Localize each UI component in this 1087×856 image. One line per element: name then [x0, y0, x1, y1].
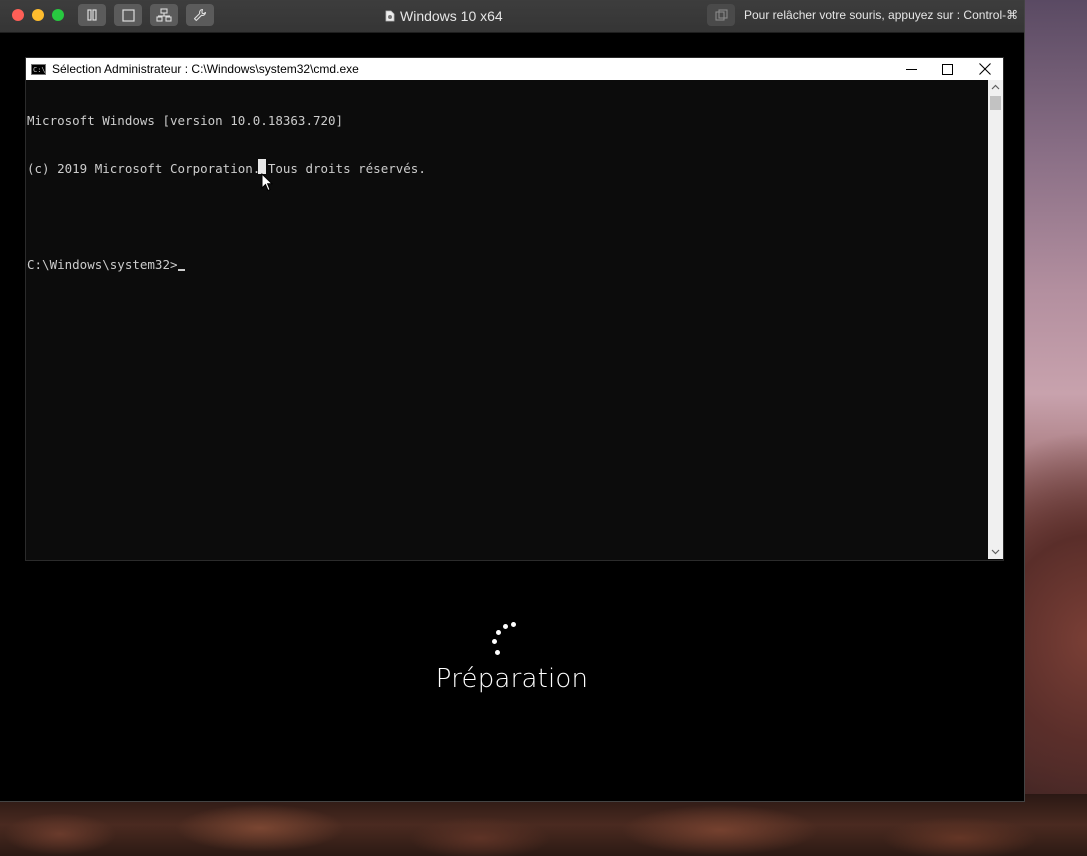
block-cursor	[258, 159, 266, 174]
chevron-down-icon	[991, 549, 1000, 555]
configure-button[interactable]	[186, 4, 214, 26]
cmd-app-icon: C:\	[31, 63, 46, 75]
scroll-thumb[interactable]	[990, 96, 1001, 110]
maximize-icon	[941, 63, 953, 75]
pause-vm-button[interactable]	[78, 4, 106, 26]
mouse-release-hint: Pour relâcher votre souris, appuyez sur …	[744, 8, 1019, 22]
close-window-button[interactable]	[12, 9, 24, 21]
cmd-window[interactable]: C:\ Sélection Administrateur : C:\Window…	[25, 57, 1004, 561]
document-icon	[385, 10, 395, 22]
scroll-down-button[interactable]	[988, 545, 1003, 559]
minimize-icon	[905, 68, 917, 70]
vertical-scrollbar[interactable]	[988, 80, 1003, 559]
window-mode-button[interactable]	[114, 4, 142, 26]
console-prompt: C:\Windows\system32>	[27, 257, 178, 272]
chevron-up-icon	[991, 84, 1000, 90]
devices-button[interactable]	[150, 4, 178, 26]
mouse-pointer-icon	[261, 173, 273, 192]
text-caret	[177, 269, 185, 271]
cmd-minimize-button[interactable]	[893, 58, 929, 80]
wallpaper-rocks	[0, 794, 1087, 856]
scroll-up-button[interactable]	[988, 80, 1003, 94]
window-icon	[121, 8, 135, 22]
console-output[interactable]: Microsoft Windows [version 10.0.18363.72…	[27, 80, 987, 560]
close-icon	[979, 63, 991, 75]
loading-spinner-icon	[489, 619, 523, 659]
copy-icon	[714, 8, 728, 21]
pause-icon	[87, 9, 97, 21]
cmd-title-text: Sélection Administrateur : C:\Windows\sy…	[52, 62, 359, 76]
vm-window[interactable]: Windows 10 x64 Pour relâcher votre souri…	[0, 0, 1025, 802]
minimize-window-button[interactable]	[32, 9, 44, 21]
console-prompt-line[interactable]: C:\Windows\system32>	[27, 257, 987, 273]
zoom-window-button[interactable]	[52, 9, 64, 21]
vm-titlebar[interactable]: Windows 10 x64 Pour relâcher votre souri…	[0, 0, 1024, 33]
setup-status-text: Préparation	[435, 664, 589, 694]
cmd-close-button[interactable]	[967, 58, 1003, 80]
cmd-maximize-button[interactable]	[929, 58, 965, 80]
console-line: Microsoft Windows [version 10.0.18363.72…	[27, 113, 344, 128]
coherence-button[interactable]	[707, 4, 735, 26]
cmd-titlebar[interactable]: C:\ Sélection Administrateur : C:\Window…	[26, 58, 1003, 80]
vm-title-text: Windows 10 x64	[400, 7, 503, 24]
wrench-icon	[193, 8, 207, 22]
network-icon	[156, 8, 172, 22]
vm-title: Windows 10 x64	[385, 0, 503, 32]
console-line: (c) 2019 Microsoft Corporation. Tous dro…	[27, 161, 426, 176]
